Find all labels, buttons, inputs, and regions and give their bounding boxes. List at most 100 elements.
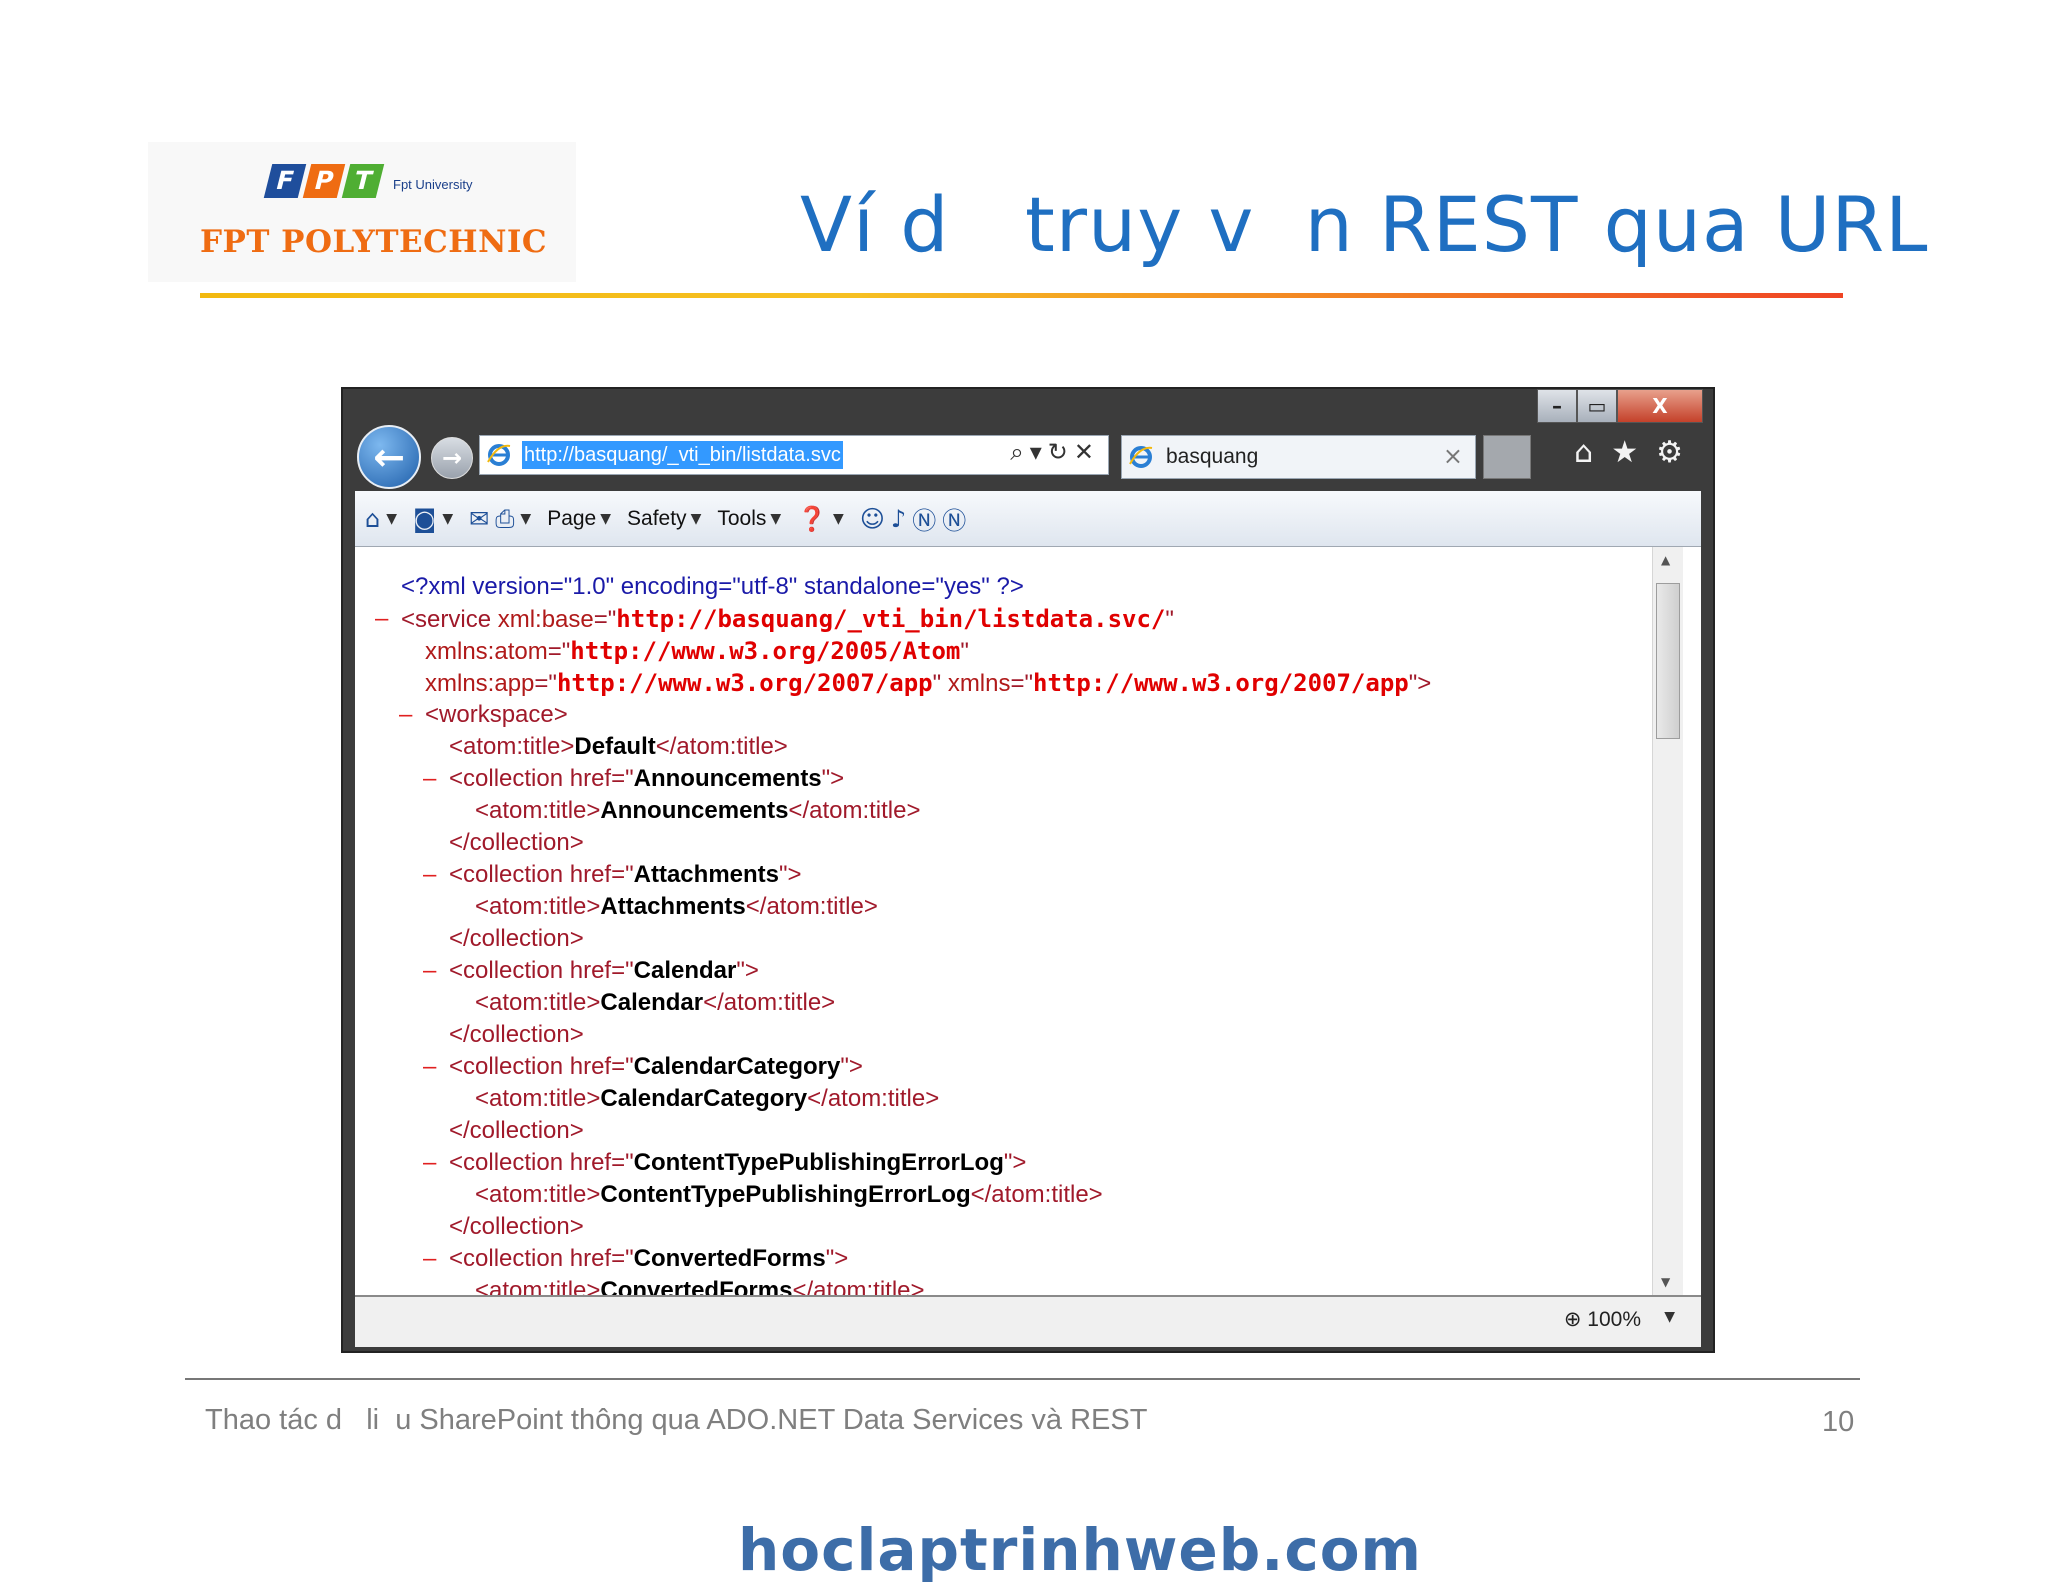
xml-token: <collection href=": [449, 861, 634, 888]
xml-line: <atom:title>ConvertedForms</atom:title>: [355, 1275, 1655, 1295]
chevron-down-icon[interactable]: ▼: [691, 511, 702, 527]
address-tools-icons[interactable]: ⌕▾↻✕: [1010, 438, 1100, 466]
xml-token: ">: [821, 765, 845, 792]
gear-icon[interactable]: ⚙: [1656, 435, 1683, 470]
xml-line-text: <atom:title>ConvertedForms</atom:title>: [475, 1275, 925, 1295]
address-url[interactable]: http://basquang/_vti_bin/listdata.svc: [522, 441, 843, 469]
chevron-down-icon[interactable]: ▼: [770, 511, 781, 527]
collapse-toggle[interactable]: –: [375, 603, 388, 635]
scroll-down-icon[interactable]: ▼: [1661, 1275, 1670, 1289]
back-button[interactable]: ←: [357, 425, 421, 489]
chevron-down-icon[interactable]: ▼: [386, 511, 397, 527]
xml-line-text: xmlns:app="http://www.w3.org/2007/app" x…: [425, 667, 1431, 700]
zoom-value: 100%: [1587, 1308, 1641, 1331]
xml-token: ": [932, 670, 948, 697]
zoom-dropdown-icon[interactable]: ▼: [1664, 1309, 1675, 1325]
new-tab-button[interactable]: [1483, 435, 1531, 479]
collapse-toggle[interactable]: –: [423, 955, 436, 987]
page-content: <?xml version="1.0" encoding="utf-8" sta…: [355, 547, 1701, 1295]
xml-line-text: <atom:title>ContentTypePublishingErrorLo…: [475, 1179, 1103, 1211]
xml-token: ": [960, 638, 969, 665]
xml-token: </atom:title>: [703, 989, 836, 1016]
collapse-toggle[interactable]: –: [423, 1243, 436, 1275]
xml-line-text: <atom:title>Calendar</atom:title>: [475, 987, 835, 1019]
xml-token: <collection href=": [449, 765, 634, 792]
ie-icon: [487, 444, 511, 466]
xml-token: <atom:title>: [449, 733, 575, 760]
xml-token: ">: [825, 1245, 849, 1272]
xml-line: – <workspace>: [355, 699, 1655, 731]
xml-token: http://www.w3.org/2007/app: [556, 669, 933, 697]
xml-token: Announcements: [633, 765, 822, 792]
xml-line-text: <collection href="ConvertedForms">: [449, 1243, 848, 1275]
xml-token: <atom:title>: [475, 893, 601, 920]
xml-token: <collection href=": [449, 1149, 634, 1176]
print-icon[interactable]: ⎙: [495, 505, 514, 533]
tab-close-icon[interactable]: ×: [1443, 442, 1463, 470]
tab-label: basquang: [1166, 445, 1259, 468]
xml-token: </atom:title>: [788, 797, 921, 824]
collapse-toggle[interactable]: –: [423, 1051, 436, 1083]
xml-token: </atom:title>: [970, 1181, 1103, 1208]
status-bar: ⊕ 100% ▼: [355, 1295, 1701, 1347]
xml-line-text: <atom:title>Default</atom:title>: [449, 731, 788, 763]
xml-token: <atom:title>: [475, 989, 601, 1016]
chevron-down-icon[interactable]: ▼: [520, 511, 531, 527]
scroll-thumb[interactable]: [1656, 583, 1680, 739]
xml-line: – <collection href="ContentTypePublishing…: [355, 1147, 1655, 1179]
home-command-icon[interactable]: ⌂: [365, 505, 380, 533]
maximize-button[interactable]: ▭: [1577, 389, 1617, 423]
chevron-down-icon[interactable]: ▼: [442, 511, 453, 527]
xml-token: <atom:title>: [475, 1181, 601, 1208]
help-icon[interactable]: ❓: [797, 505, 827, 533]
collapse-toggle[interactable]: –: [423, 859, 436, 891]
xml-token: <atom:title>: [475, 1277, 601, 1295]
back-arrow-icon: ←: [373, 435, 405, 479]
scroll-up-icon[interactable]: ▲: [1661, 553, 1670, 567]
forward-arrow-icon: →: [441, 444, 463, 472]
zoom-icon: ⊕: [1563, 1308, 1582, 1331]
onenote-icon[interactable]: Ⓝ: [912, 501, 936, 536]
xml-line: – <collection href="Attachments">: [355, 859, 1655, 891]
address-bar[interactable]: http://basquang/_vti_bin/listdata.svc ⌕▾…: [479, 435, 1109, 475]
collapse-toggle[interactable]: –: [399, 699, 412, 731]
home-icon[interactable]: ⌂: [1574, 435, 1593, 470]
xml-line-text: </collection>: [449, 827, 584, 859]
forward-button[interactable]: →: [431, 437, 473, 479]
xml-token: <collection href=": [449, 1245, 634, 1272]
research-icon[interactable]: ♪: [891, 505, 906, 533]
xml-token: =": [534, 670, 557, 697]
safety-menu[interactable]: Safety: [627, 507, 687, 531]
vertical-scrollbar[interactable]: ▲ ▼: [1652, 547, 1683, 1295]
xml-line-text: <?xml version="1.0" encoding="utf-8" sta…: [401, 571, 1024, 603]
onenote-linked-icon[interactable]: Ⓝ: [942, 501, 966, 536]
tools-menu[interactable]: Tools: [717, 507, 766, 531]
xml-line: – <collection href="ConvertedForms">: [355, 1243, 1655, 1275]
zoom-level[interactable]: ⊕ 100%: [1564, 1307, 1641, 1332]
page-menu[interactable]: Page: [547, 507, 596, 531]
xml-token: xmlns:app: [425, 670, 535, 697]
messenger-icon[interactable]: ☺: [860, 505, 885, 533]
logo-letter-f: F: [263, 164, 307, 198]
footer-divider: [185, 1378, 1860, 1380]
xml-token: xml:base: [497, 606, 594, 633]
xml-line: <atom:title>Default</atom:title>: [355, 731, 1655, 763]
footer-text: Thao tác d li u SharePoint thông qua ADO…: [205, 1404, 1148, 1436]
star-icon[interactable]: ★: [1611, 435, 1638, 470]
xml-line-text: <workspace>: [425, 699, 568, 731]
collapse-toggle[interactable]: –: [423, 1147, 436, 1179]
xml-line-text: <atom:title>Attachments</atom:title>: [475, 891, 878, 923]
chevron-down-icon[interactable]: ▼: [833, 511, 844, 527]
xml-token: xmlns: [947, 670, 1011, 697]
xml-line: <atom:title>Announcements</atom:title>: [355, 795, 1655, 827]
minimize-button[interactable]: –: [1537, 389, 1577, 423]
xml-line: xmlns:atom="http://www.w3.org/2005/Atom": [355, 635, 1655, 667]
xml-token: http://www.w3.org/2007/app: [1033, 669, 1409, 697]
mail-icon[interactable]: ✉: [469, 505, 489, 533]
tab-basquang[interactable]: basquang ×: [1121, 435, 1476, 479]
feeds-icon[interactable]: ◙: [413, 505, 436, 533]
collapse-toggle[interactable]: –: [423, 763, 436, 795]
chevron-down-icon[interactable]: ▼: [600, 511, 611, 527]
close-window-button[interactable]: X: [1617, 389, 1703, 423]
xml-token: </collection>: [449, 925, 584, 952]
